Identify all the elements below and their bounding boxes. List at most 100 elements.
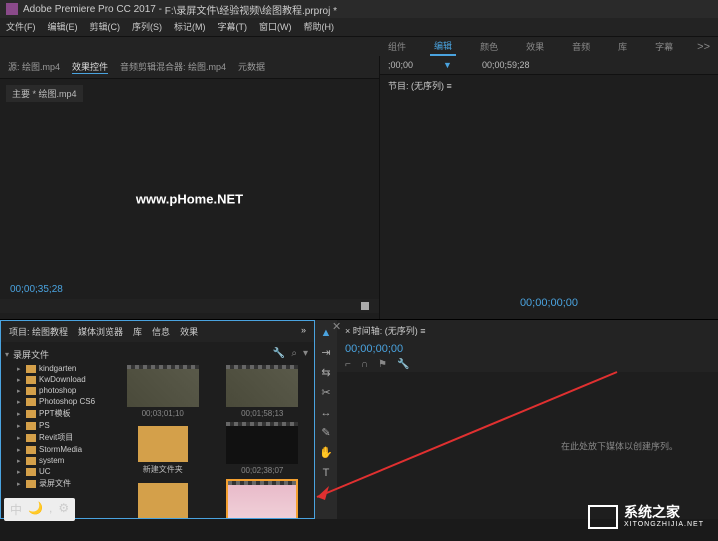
tab-effects[interactable]: 效果 — [180, 325, 198, 338]
menu-markers[interactable]: 标记(M) — [174, 20, 206, 34]
language-icon[interactable]: 中 — [10, 501, 22, 518]
folder-icon — [26, 446, 36, 454]
selection-tool-icon[interactable]: ▲ — [319, 326, 333, 340]
folder-item[interactable]: ▸录屏文件 — [3, 477, 109, 490]
folder-icon — [26, 376, 36, 384]
menu-clip[interactable]: 剪辑(C) — [90, 20, 121, 34]
pen-tool-icon[interactable]: ✎ — [319, 426, 333, 440]
folder-icon — [26, 457, 36, 465]
folder-item[interactable]: ▸UC — [3, 466, 109, 477]
media-item[interactable]: 新建文件夹 — [115, 422, 211, 475]
program-label[interactable]: 节目: (无序列) ≡ — [380, 75, 718, 96]
media-item[interactable]: 00;03;01;10 — [115, 365, 211, 418]
folder-item[interactable]: ▸PS — [3, 420, 109, 431]
menu-edit[interactable]: 编辑(E) — [48, 20, 78, 34]
tab-project[interactable]: 项目: 绘图教程 — [9, 325, 68, 338]
media-item[interactable]: 经验视频 — [115, 479, 211, 518]
watermark-cn: 系统之家 — [624, 505, 704, 520]
close-icon[interactable]: ✕ — [332, 320, 341, 333]
slip-tool-icon[interactable]: ↔ — [319, 406, 333, 420]
menu-help[interactable]: 帮助(H) — [304, 20, 335, 34]
workspace-editing[interactable]: 编辑 — [430, 37, 456, 56]
tab-metadata[interactable]: 元数据 — [238, 60, 265, 74]
type-tool-icon[interactable]: T — [319, 466, 333, 480]
chevron-right-icon: ▸ — [17, 446, 23, 454]
video-thumbnail — [226, 422, 298, 464]
chevron-right-icon: ▸ — [17, 398, 23, 406]
chevron-right-icon: ▸ — [17, 387, 23, 395]
menu-file[interactable]: 文件(F) — [6, 20, 36, 34]
settings-icon[interactable]: 🔧 — [397, 359, 409, 370]
folder-item[interactable]: ▸photoshop — [3, 385, 109, 396]
timeline-title[interactable]: × 时间轴: (无序列) ≡ — [345, 324, 426, 337]
workspace-expand[interactable]: >> — [697, 41, 710, 53]
chevron-right-icon: ▸ — [17, 376, 23, 384]
folder-root[interactable]: ▾ 录屏文件 — [3, 346, 109, 363]
separator: - — [156, 4, 165, 15]
menu-window[interactable]: 窗口(W) — [259, 20, 292, 34]
folder-item[interactable]: ▸StormMedia — [3, 444, 109, 455]
filter-icon[interactable]: ▾ — [303, 348, 308, 359]
media-grid: 🔧 ⌕ ▾ 00;03;01;10 00;01;58;13 新建文件夹 — [111, 342, 314, 518]
workspace-effects[interactable]: 效果 — [522, 38, 548, 55]
workspace-titles[interactable]: 字幕 — [651, 38, 677, 55]
tab-media-browser[interactable]: 媒体浏览器 — [78, 325, 123, 338]
search-icon[interactable]: ⌕ — [291, 348, 297, 359]
wrench-icon[interactable]: 🔧 — [273, 348, 285, 359]
media-timecode: 00;02;38;07 — [241, 466, 283, 475]
folder-thumbnail — [138, 483, 188, 518]
media-item[interactable]: 00;02;38;07 — [215, 422, 311, 475]
workspace-audio[interactable]: 音频 — [568, 38, 594, 55]
tab-audio-mixer[interactable]: 音频剪辑混合器: 绘图.mp4 — [120, 60, 226, 74]
moon-icon[interactable]: 🌙 — [28, 501, 43, 518]
menu-sequence[interactable]: 序列(S) — [132, 20, 162, 34]
media-toolbar: 🔧 ⌕ ▾ — [115, 346, 310, 361]
hand-tool-icon[interactable]: ✋ — [319, 446, 333, 460]
folder-item[interactable]: ▸Photoshop CS6 — [3, 396, 109, 407]
folder-item[interactable]: ▸Revit项目 — [3, 431, 109, 444]
razor-tool-icon[interactable]: ✂ — [319, 386, 333, 400]
program-panel: ;00;00 ▼ 00;00;59;28 节目: (无序列) ≡ 00;00;0… — [380, 56, 718, 319]
program-timecode[interactable]: 00;00;00;00 — [520, 297, 578, 309]
timeline-content[interactable]: 在此处放下媒体以创建序列。 — [337, 372, 718, 519]
folder-item[interactable]: ▸PPT模板 — [3, 407, 109, 420]
app-icon — [6, 3, 18, 15]
track-select-tool-icon[interactable]: ⇥ — [319, 346, 333, 360]
tab-effect-controls[interactable]: 效果控件 — [72, 60, 108, 74]
watermark-logo: 系统之家 XITONGZHIJIA.NET — [588, 505, 704, 529]
comma-icon[interactable]: , — [49, 501, 52, 518]
source-ruler[interactable] — [0, 299, 379, 313]
tab-info[interactable]: 信息 — [152, 325, 170, 338]
folder-item[interactable]: ▸system — [3, 455, 109, 466]
media-item[interactable]: 00;01;58;13 — [215, 365, 311, 418]
project-path: F:\录屏文件\经验视频\绘图教程.prproj * — [165, 2, 337, 17]
video-thumbnail — [127, 365, 199, 407]
media-item-selected[interactable]: 00;01;32;14 — [215, 479, 311, 518]
folder-icon — [26, 434, 36, 442]
tab-source[interactable]: 源: 绘图.mp4 — [8, 60, 60, 74]
tab-libraries[interactable]: 库 — [133, 325, 142, 338]
menu-title[interactable]: 字幕(T) — [218, 20, 248, 34]
linked-selection-icon[interactable]: ∩ — [361, 359, 368, 370]
workspace-libraries[interactable]: 库 — [614, 38, 631, 55]
workspace-color[interactable]: 颜色 — [476, 38, 502, 55]
ruler-start: ;00;00 — [388, 60, 413, 70]
panel-menu-icon[interactable]: » — [301, 325, 306, 338]
marker-icon[interactable]: ⚑ — [378, 359, 387, 370]
source-timecode[interactable]: 00;00;35;28 — [10, 284, 63, 295]
workspace-assembly[interactable]: 组件 — [384, 38, 410, 55]
media-timecode: 00;03;01;10 — [142, 409, 184, 418]
folder-item[interactable]: ▸kindgarten — [3, 363, 109, 374]
clip-label: 主要 * 绘图.mp4 — [6, 85, 83, 102]
chevron-right-icon: ▸ — [17, 365, 23, 373]
snap-icon[interactable]: ⌐ — [345, 359, 351, 370]
folder-tree: ▾ 录屏文件 ▸kindgarten ▸KwDownload ▸photosho… — [1, 342, 111, 518]
gear-icon[interactable]: ⚙ — [58, 501, 69, 518]
folder-icon — [26, 410, 36, 418]
ripple-edit-tool-icon[interactable]: ⇆ — [319, 366, 333, 380]
playhead-marker-icon[interactable]: ▼ — [443, 60, 452, 70]
playhead-icon[interactable] — [361, 302, 369, 310]
timeline-timecode[interactable]: 00;00;00;00 — [337, 341, 718, 357]
folder-item[interactable]: ▸KwDownload — [3, 374, 109, 385]
video-thumbnail-selected — [226, 479, 298, 518]
